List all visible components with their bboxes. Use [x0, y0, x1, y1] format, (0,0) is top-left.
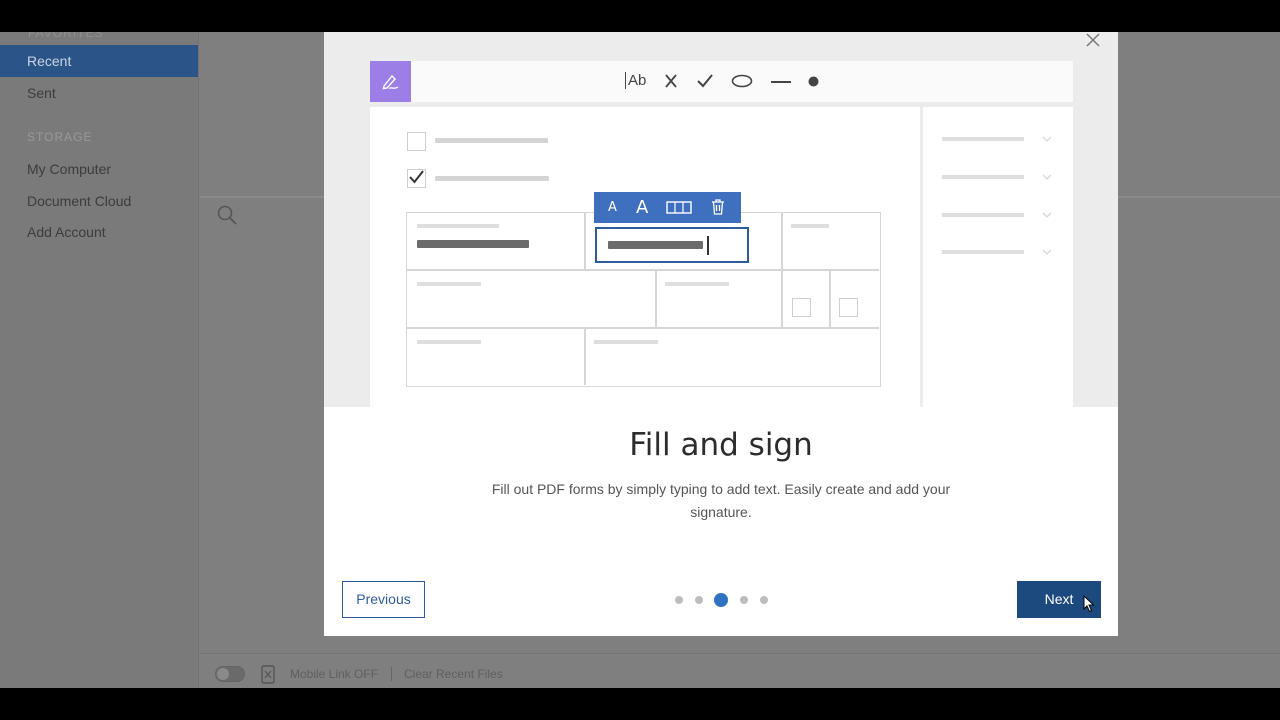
form-checkbox: [839, 298, 858, 317]
illustration-toolbar: [370, 61, 1073, 102]
ellipse-tool-icon: [731, 74, 753, 88]
sidebar-item-sent[interactable]: Sent: [0, 77, 198, 109]
dot-tool-icon: [808, 76, 819, 87]
panel-line: [942, 250, 1024, 254]
placeholder-line: [435, 176, 549, 181]
text-tool-icon: Ab: [625, 72, 647, 89]
row-divider: [407, 269, 879, 271]
close-icon[interactable]: [1084, 32, 1102, 50]
unchecked-box: [407, 132, 426, 151]
footer-separator: [391, 667, 392, 681]
panel-line: [942, 137, 1024, 141]
decrease-font-icon: A: [608, 200, 617, 215]
clear-recent-files-link[interactable]: Clear Recent Files: [404, 667, 503, 681]
chevron-down-icon: [1042, 136, 1052, 142]
row-divider: [407, 327, 879, 329]
active-text-field: [595, 227, 749, 263]
modal-description: Fill out PDF forms by simply typing to a…: [491, 481, 951, 520]
previous-button[interactable]: Previous: [342, 581, 425, 618]
app-window: FAVORITES Recent Sent STORAGE My Compute…: [0, 32, 1280, 688]
illustration-right-panel: [923, 107, 1073, 407]
pen-sign-icon: [382, 74, 399, 90]
search-icon[interactable]: [216, 204, 238, 226]
col-divider: [584, 213, 586, 269]
line-tool-icon: [771, 81, 791, 83]
chevron-down-icon: [1042, 212, 1052, 218]
col-divider: [781, 213, 783, 269]
mouse-cursor-icon: [1083, 595, 1095, 613]
cell-label-line: [417, 224, 499, 228]
modal-title: Fill and sign: [629, 427, 813, 463]
page-dot-1[interactable]: [675, 596, 683, 604]
chevron-down-icon: [1042, 174, 1052, 180]
sidebar-item-document-cloud[interactable]: Document Cloud: [0, 185, 198, 217]
check-icon: [409, 170, 424, 184]
pagination-dots: [674, 591, 774, 609]
filled-text-bar: [417, 240, 529, 248]
page-dot-2[interactable]: [695, 596, 703, 604]
sidebar-item-my-computer[interactable]: My Computer: [0, 153, 198, 185]
col-divider: [781, 269, 783, 327]
mobile-link-status: Mobile Link OFF: [290, 667, 379, 681]
trash-icon: [712, 199, 724, 215]
checked-box: [407, 169, 426, 188]
sign-tool-tile: [370, 61, 411, 102]
page-dot-3[interactable]: [714, 593, 728, 607]
col-divider: [655, 269, 657, 327]
page-dot-4[interactable]: [740, 596, 748, 604]
cross-tool-icon: [665, 74, 677, 88]
mobile-link-toggle[interactable]: [215, 666, 245, 682]
sidebar: FAVORITES Recent Sent STORAGE My Compute…: [0, 32, 199, 688]
check-tool-icon: [697, 74, 713, 88]
comb-field-icon: [666, 201, 692, 214]
cell-label-line: [417, 282, 481, 286]
col-divider: [829, 269, 831, 327]
panel-line: [942, 175, 1024, 179]
placeholder-line: [435, 138, 548, 143]
feature-illustration: Ab A A: [324, 32, 1118, 407]
typed-text-bar: [608, 241, 703, 249]
cell-label-line: [417, 340, 481, 344]
col-divider: [584, 327, 586, 385]
sidebar-item-add-account[interactable]: Add Account: [0, 216, 198, 248]
sidebar-item-recent[interactable]: Recent: [0, 45, 198, 77]
phone-icon: [261, 665, 275, 684]
increase-font-icon: A: [636, 197, 649, 218]
letterbox-bottom: [0, 688, 1280, 720]
sidebar-heading-favorites: FAVORITES: [28, 32, 104, 40]
page-dot-5[interactable]: [760, 596, 768, 604]
cell-label-line: [791, 224, 829, 228]
cell-label-line: [594, 340, 658, 344]
form-checkbox: [792, 298, 811, 317]
text-format-toolbar: A A: [594, 192, 741, 223]
panel-line: [942, 213, 1024, 217]
sidebar-heading-storage: STORAGE: [27, 130, 93, 144]
toggle-knob: [217, 668, 229, 680]
onboarding-modal: Ab A A Fill and sign Fill out PDF forms …: [324, 32, 1118, 636]
text-caret: [707, 236, 709, 255]
chevron-down-icon: [1042, 249, 1052, 255]
cell-label-line: [665, 282, 729, 286]
